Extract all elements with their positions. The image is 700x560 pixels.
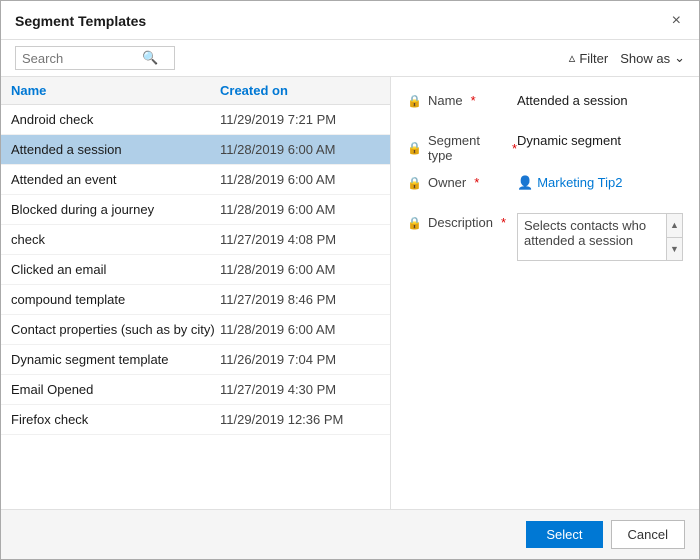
detail-label-segment-type-text: Segment type (428, 133, 504, 163)
search-box: 🔍 (15, 46, 175, 70)
cancel-button[interactable]: Cancel (611, 520, 685, 549)
lock-icon-name: 🔒 (407, 94, 422, 108)
detail-value-description: Selects contacts who attended a session … (517, 213, 683, 261)
show-as-label: Show as (620, 51, 670, 66)
select-button[interactable]: Select (526, 521, 602, 548)
item-date: 11/28/2019 6:00 AM (220, 172, 380, 187)
required-star-owner: * (474, 175, 479, 190)
detail-row-owner: 🔒 Owner * 👤Marketing Tip2 (407, 173, 683, 203)
item-date: 11/28/2019 6:00 AM (220, 142, 380, 157)
detail-value-segment-type: Dynamic segment (517, 131, 683, 148)
dialog-footer: Select Cancel (1, 509, 699, 559)
item-name: Attended an event (11, 172, 220, 187)
search-icon: 🔍 (142, 50, 158, 66)
item-date: 11/26/2019 7:04 PM (220, 352, 380, 367)
filter-button[interactable]: ▵ Filter (569, 50, 608, 66)
detail-label-name-text: Name (428, 93, 463, 108)
dialog-title: Segment Templates (15, 13, 146, 29)
item-name: Attended a session (11, 142, 220, 157)
item-name: check (11, 232, 220, 247)
list-item[interactable]: Contact properties (such as by city) 11/… (1, 315, 390, 345)
list-panel: Name Created on Android check 11/29/2019… (1, 77, 391, 509)
search-input[interactable] (22, 51, 142, 66)
required-star-name: * (471, 93, 476, 108)
item-date: 11/28/2019 6:00 AM (220, 322, 380, 337)
detail-label-name: 🔒 Name * (407, 91, 517, 108)
list-item[interactable]: Attended an event 11/28/2019 6:00 AM (1, 165, 390, 195)
detail-label-owner-text: Owner (428, 175, 466, 190)
item-name: Contact properties (such as by city) (11, 322, 220, 337)
detail-label-description-text: Description (428, 215, 493, 230)
item-date: 11/28/2019 6:00 AM (220, 202, 380, 217)
item-name: Email Opened (11, 382, 220, 397)
item-date: 11/28/2019 6:00 AM (220, 262, 380, 277)
show-as-button[interactable]: Show as ⌄ (620, 50, 685, 66)
person-icon: 👤 (517, 175, 533, 190)
detail-label-owner: 🔒 Owner * (407, 173, 517, 190)
item-date: 11/27/2019 4:30 PM (220, 382, 380, 397)
list-item[interactable]: Dynamic segment template 11/26/2019 7:04… (1, 345, 390, 375)
list-item[interactable]: Attended a session 11/28/2019 6:00 AM (1, 135, 390, 165)
item-name: Blocked during a journey (11, 202, 220, 217)
list-scroll[interactable]: Android check 11/29/2019 7:21 PM Attende… (1, 105, 390, 509)
detail-value-owner[interactable]: 👤Marketing Tip2 (517, 173, 683, 191)
description-scrollbar[interactable]: ▲ ▼ (666, 214, 682, 260)
list-item[interactable]: Email Opened 11/27/2019 4:30 PM (1, 375, 390, 405)
item-date: 11/29/2019 12:36 PM (220, 412, 380, 427)
segment-templates-dialog: Segment Templates × 🔍 ▵ Filter Show as ⌄… (0, 0, 700, 560)
lock-icon-description: 🔒 (407, 216, 422, 230)
item-date: 11/27/2019 8:46 PM (220, 292, 380, 307)
list-item[interactable]: check 11/27/2019 4:08 PM (1, 225, 390, 255)
detail-label-description: 🔒 Description * (407, 213, 517, 230)
item-date: 11/29/2019 7:21 PM (220, 112, 380, 127)
column-header-name[interactable]: Name (11, 83, 220, 98)
detail-row-name: 🔒 Name * Attended a session (407, 91, 683, 121)
chevron-down-icon: ⌄ (674, 50, 685, 66)
detail-panel: 🔒 Name * Attended a session 🔒 Segment ty… (391, 77, 699, 509)
dialog-header: Segment Templates × (1, 1, 699, 40)
close-button[interactable]: × (668, 11, 685, 31)
item-name: Android check (11, 112, 220, 127)
desc-scroll-down-button[interactable]: ▼ (667, 238, 682, 261)
filter-label: Filter (579, 51, 608, 66)
lock-icon-owner: 🔒 (407, 176, 422, 190)
item-name: compound template (11, 292, 220, 307)
detail-label-segment-type: 🔒 Segment type * (407, 131, 517, 163)
list-item[interactable]: Blocked during a journey 11/28/2019 6:00… (1, 195, 390, 225)
lock-icon-segment-type: 🔒 (407, 141, 422, 155)
detail-value-name: Attended a session (517, 91, 683, 108)
list-header: Name Created on (1, 77, 390, 105)
item-name: Firefox check (11, 412, 220, 427)
toolbar: 🔍 ▵ Filter Show as ⌄ (1, 40, 699, 77)
required-star-description: * (501, 215, 506, 230)
column-header-date[interactable]: Created on (220, 83, 380, 98)
detail-row-segment-type: 🔒 Segment type * Dynamic segment (407, 131, 683, 163)
item-name: Dynamic segment template (11, 352, 220, 367)
list-item[interactable]: compound template 11/27/2019 8:46 PM (1, 285, 390, 315)
desc-scroll-up-button[interactable]: ▲ (667, 214, 682, 238)
detail-row-description: 🔒 Description * Selects contacts who att… (407, 213, 683, 261)
dialog-body: Name Created on Android check 11/29/2019… (1, 77, 699, 509)
list-item[interactable]: Android check 11/29/2019 7:21 PM (1, 105, 390, 135)
list-item[interactable]: Firefox check 11/29/2019 12:36 PM (1, 405, 390, 435)
list-item[interactable]: Clicked an email 11/28/2019 6:00 AM (1, 255, 390, 285)
item-name: Clicked an email (11, 262, 220, 277)
toolbar-right: ▵ Filter Show as ⌄ (569, 50, 685, 66)
item-date: 11/27/2019 4:08 PM (220, 232, 380, 247)
filter-icon: ▵ (569, 50, 576, 66)
